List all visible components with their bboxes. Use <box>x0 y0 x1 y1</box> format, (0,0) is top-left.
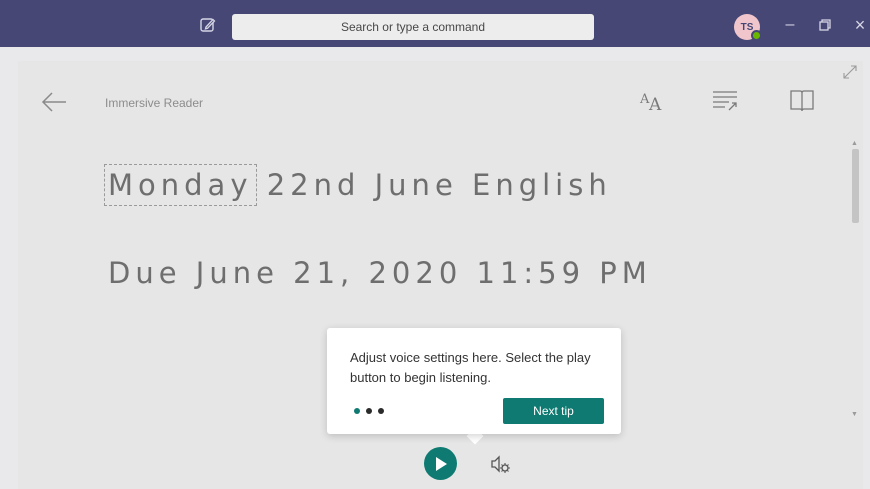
next-tip-button[interactable]: Next tip <box>503 398 604 424</box>
line-text: 22nd June English <box>252 168 612 202</box>
scroll-up-icon[interactable]: ▲ <box>851 140 858 147</box>
tip-popup: Adjust voice settings here. Select the p… <box>327 328 621 434</box>
svg-text:A: A <box>648 95 662 114</box>
play-icon <box>435 456 447 471</box>
tip-dot <box>366 408 372 414</box>
restore-icon <box>819 19 831 31</box>
close-button[interactable]: × <box>847 12 870 38</box>
tip-text: Adjust voice settings here. Select the p… <box>350 350 591 385</box>
tip-dot-active <box>354 408 360 414</box>
expand-icon[interactable] <box>842 64 858 80</box>
presence-icon <box>751 30 762 41</box>
reader-title: Immersive Reader <box>105 96 204 110</box>
search-input[interactable]: Search or type a command <box>232 14 594 40</box>
back-arrow-icon[interactable] <box>40 90 68 114</box>
compose-icon[interactable] <box>199 16 217 34</box>
restore-button[interactable] <box>812 12 838 38</box>
reading-preferences-icon[interactable] <box>788 86 816 114</box>
focused-word[interactable]: Monday <box>104 164 257 206</box>
play-button[interactable] <box>424 447 457 480</box>
scroll-down-icon[interactable]: ▼ <box>851 411 858 418</box>
title-bar: Search or type a command TS – × <box>0 0 870 47</box>
document-line: Due June 21, 2020 11:59 PM <box>108 256 652 290</box>
grammar-options-icon[interactable] <box>711 86 739 114</box>
tip-dot <box>378 408 384 414</box>
voice-settings-icon[interactable] <box>489 452 513 476</box>
scroll-thumb[interactable] <box>852 149 859 223</box>
text-preferences-icon[interactable]: A A <box>638 86 666 115</box>
document-line: Monday 22nd June English <box>104 164 612 206</box>
minimize-button[interactable]: – <box>777 12 803 38</box>
